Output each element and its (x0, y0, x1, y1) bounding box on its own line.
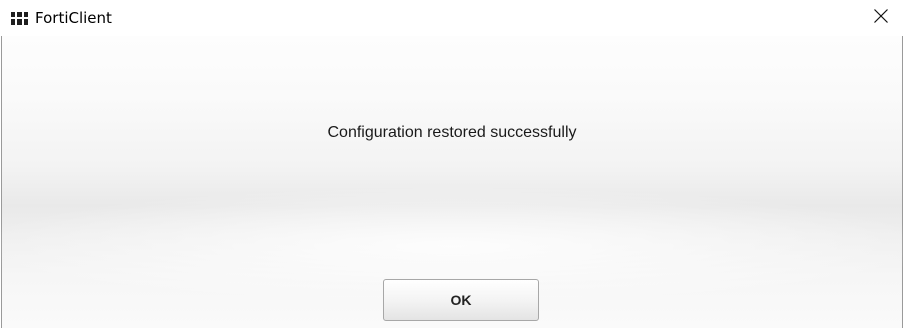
status-message: Configuration restored successfully (327, 124, 577, 141)
dialog-window: FortiClient Configuration restored succe… (0, 0, 904, 328)
close-button[interactable] (858, 0, 904, 36)
close-icon (873, 8, 889, 29)
dialog-body: Configuration restored successfully OK (0, 36, 904, 328)
forticlient-logo-icon (11, 12, 28, 25)
title-bar[interactable]: FortiClient (0, 0, 904, 36)
ok-button[interactable]: OK (383, 279, 539, 321)
window-title: FortiClient (35, 9, 112, 27)
